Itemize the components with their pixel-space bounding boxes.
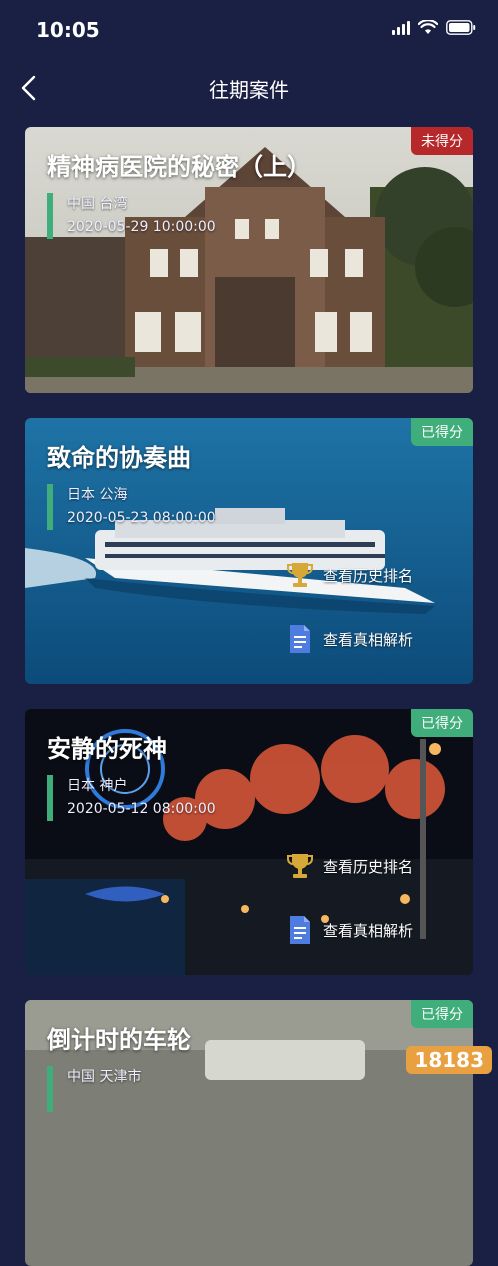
accent-bar xyxy=(47,775,53,821)
case-location: 日本 公海 xyxy=(67,487,128,503)
view-answer-label: 查看真相解析 xyxy=(323,921,414,940)
view-answer-button[interactable]: 查看真相解析 xyxy=(287,915,413,945)
cellular-signal-icon xyxy=(392,20,410,35)
case-datetime: 2020-05-23 08:00:00 xyxy=(67,510,216,526)
view-answer-label: 查看真相解析 xyxy=(323,630,414,649)
document-icon xyxy=(290,916,310,944)
battery-icon xyxy=(446,20,476,35)
accent-bar xyxy=(47,484,53,530)
view-answer-button[interactable]: 查看真相解析 xyxy=(287,624,413,654)
accent-bar xyxy=(47,193,53,239)
case-card[interactable]: 未得分 精神病医院的秘密（上） 中国 台湾 2020-05-29 10:00:0… xyxy=(25,127,473,393)
case-location: 中国 天津市 xyxy=(67,1069,142,1085)
case-location: 日本 神户 xyxy=(67,778,128,794)
case-title: 倒计时的车轮 xyxy=(47,1026,191,1054)
status-badge: 已得分 xyxy=(411,709,473,737)
trophy-icon xyxy=(287,854,313,878)
view-rank-label: 查看历史排名 xyxy=(323,857,414,876)
case-card[interactable]: 已得分 安静的死神 日本 神户 2020-05-12 08:00:00 查看历史… xyxy=(25,709,473,975)
view-rank-label: 查看历史排名 xyxy=(323,566,414,585)
case-card[interactable]: 已得分 致命的协奏曲 日本 公海 2020-05-23 08:00:00 查看历… xyxy=(25,418,473,684)
site-watermark: 18183 xyxy=(406,1046,492,1074)
document-icon xyxy=(290,625,310,653)
status-time: 10:05 xyxy=(36,18,100,42)
view-rank-button[interactable]: 查看历史排名 xyxy=(287,560,413,590)
navigation-bar: 往期案件 xyxy=(0,60,498,116)
status-badge: 已得分 xyxy=(411,1000,473,1028)
accent-bar xyxy=(47,1066,53,1112)
page-title: 往期案件 xyxy=(209,78,289,102)
case-title: 安静的死神 xyxy=(47,735,167,763)
case-datetime: 2020-05-12 08:00:00 xyxy=(67,801,216,817)
status-badge: 未得分 xyxy=(411,127,473,155)
case-card[interactable]: 已得分 倒计时的车轮 中国 天津市 xyxy=(25,1000,473,1266)
case-title: 精神病医院的秘密（上） xyxy=(47,153,311,181)
case-title: 致命的协奏曲 xyxy=(47,444,191,472)
status-icons xyxy=(392,20,476,35)
wifi-icon xyxy=(418,20,438,34)
status-badge: 已得分 xyxy=(411,418,473,446)
status-bar: 10:05 xyxy=(0,0,498,60)
view-rank-button[interactable]: 查看历史排名 xyxy=(287,851,413,881)
trophy-icon xyxy=(287,563,313,587)
case-datetime: 2020-05-29 10:00:00 xyxy=(67,219,216,235)
case-location: 中国 台湾 xyxy=(67,196,128,212)
